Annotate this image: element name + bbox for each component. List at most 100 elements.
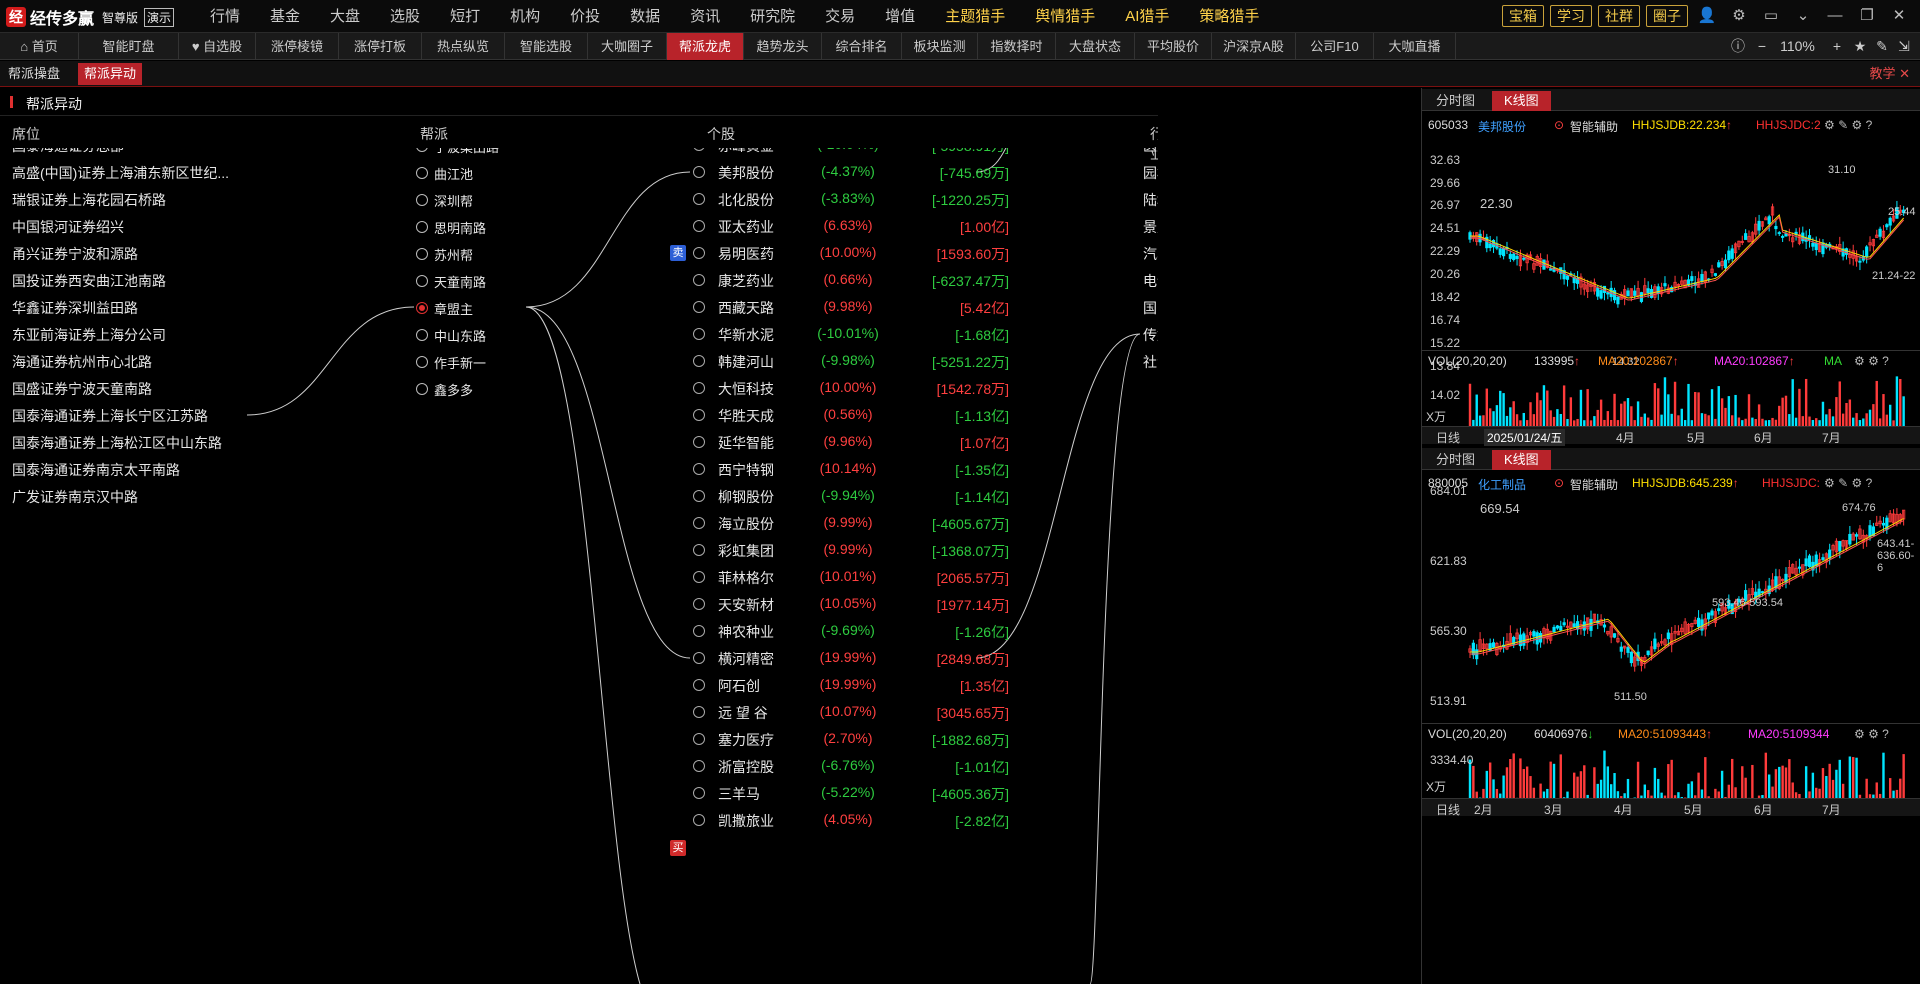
stock-radio[interactable] bbox=[693, 544, 705, 556]
menu-item-3[interactable]: 选股 bbox=[375, 0, 435, 33]
gang-radio[interactable] bbox=[416, 167, 428, 179]
stock-radio[interactable] bbox=[693, 247, 705, 259]
seat-item[interactable]: 国泰海通证券总部 bbox=[12, 148, 124, 156]
gang-item[interactable]: 曲江池 bbox=[434, 164, 473, 183]
seat-item[interactable]: 国盛证券宁波天童南路 bbox=[12, 379, 152, 399]
star-icon[interactable]: ★ bbox=[1850, 33, 1870, 60]
top-button-1[interactable]: 学习 bbox=[1550, 5, 1592, 27]
minimize-icon[interactable]: — bbox=[1822, 5, 1848, 27]
chart2-tab-intraday[interactable]: 分时图 bbox=[1424, 450, 1487, 470]
pin-icon[interactable]: ⇲ bbox=[1894, 33, 1914, 60]
gang-radio[interactable] bbox=[416, 302, 428, 314]
nav-tab-9[interactable]: 趋势龙头 bbox=[744, 33, 822, 60]
gang-item[interactable]: 章盟主 bbox=[434, 299, 473, 318]
gang-item[interactable]: 中山东路 bbox=[434, 326, 486, 345]
nav-tab-15[interactable]: 沪深京A股 bbox=[1212, 33, 1296, 60]
chart2-tab-kline[interactable]: K线图 bbox=[1492, 450, 1551, 470]
seat-item[interactable]: 国投证券西安曲江池南路 bbox=[12, 271, 166, 291]
user-icon[interactable]: 👤 bbox=[1694, 5, 1720, 27]
chart1-tab-intraday[interactable]: 分时图 bbox=[1424, 91, 1487, 111]
stock-radio[interactable] bbox=[693, 409, 705, 421]
stock-radio[interactable] bbox=[693, 625, 705, 637]
top-button-2[interactable]: 社群 bbox=[1598, 5, 1640, 27]
nav-tab-8[interactable]: 帮派龙虎 bbox=[667, 33, 744, 60]
menu-item-14[interactable]: AI猎手 bbox=[1110, 0, 1184, 33]
chart1-assist[interactable]: 智能辅助 bbox=[1570, 118, 1618, 135]
nav-tab-6[interactable]: 智能选股 bbox=[505, 33, 588, 60]
subtab-gang-alert[interactable]: 帮派异动 bbox=[78, 63, 143, 85]
menu-item-2[interactable]: 大盘 bbox=[315, 0, 375, 33]
stock-radio[interactable] bbox=[693, 166, 705, 178]
menu-item-9[interactable]: 研究院 bbox=[735, 0, 810, 33]
stock-radio[interactable] bbox=[693, 517, 705, 529]
menu-item-5[interactable]: 机构 bbox=[495, 0, 555, 33]
gang-item[interactable]: 作手新一 bbox=[434, 353, 486, 372]
stock-radio[interactable] bbox=[693, 274, 705, 286]
gang-radio[interactable] bbox=[416, 194, 428, 206]
nav-tab-16[interactable]: 公司F10 bbox=[1296, 33, 1374, 60]
stock-radio[interactable] bbox=[693, 328, 705, 340]
stock-radio[interactable] bbox=[693, 301, 705, 313]
nav-tab-3[interactable]: 涨停棱镜 bbox=[256, 33, 339, 60]
menu-item-12[interactable]: 主题猎手 bbox=[930, 0, 1020, 33]
chart2-assist[interactable]: 智能辅助 bbox=[1570, 476, 1618, 493]
nav-tab-5[interactable]: 热点纵览 bbox=[422, 33, 505, 60]
stock-radio[interactable] bbox=[693, 355, 705, 367]
seat-item[interactable]: 广发证券南京汉中路 bbox=[12, 487, 138, 507]
stock-radio[interactable] bbox=[693, 571, 705, 583]
nav-tab-13[interactable]: 大盘状态 bbox=[1056, 33, 1135, 60]
stock-radio[interactable] bbox=[693, 760, 705, 772]
gang-item[interactable]: 苏州帮 bbox=[434, 245, 473, 264]
gang-radio[interactable] bbox=[416, 275, 428, 287]
zoom-out-icon[interactable]: − bbox=[1752, 33, 1772, 60]
nav-tab-0[interactable]: ⌂ 首页 bbox=[0, 33, 79, 60]
nav-tab-2[interactable]: ♥ 自选股 bbox=[179, 33, 256, 60]
chart1-name[interactable]: 美邦股份 bbox=[1478, 118, 1526, 135]
top-button-3[interactable]: 圈子 bbox=[1646, 5, 1688, 27]
menu-item-11[interactable]: 增值 bbox=[870, 0, 930, 33]
stock-radio[interactable] bbox=[693, 463, 705, 475]
teach-link[interactable]: 教学 ✕ bbox=[1869, 63, 1910, 85]
menu-item-10[interactable]: 交易 bbox=[810, 0, 870, 33]
gang-item[interactable]: 天童南路 bbox=[434, 272, 486, 291]
nav-tab-12[interactable]: 指数择时 bbox=[978, 33, 1056, 60]
gang-radio[interactable] bbox=[416, 221, 428, 233]
stock-radio[interactable] bbox=[693, 598, 705, 610]
chart2-dropdown-icon[interactable]: ⊙ bbox=[1554, 476, 1564, 490]
gang-item[interactable]: 深圳帮 bbox=[434, 191, 473, 210]
seat-item[interactable]: 华鑫证券深圳益田路 bbox=[12, 298, 138, 318]
stock-radio[interactable] bbox=[693, 652, 705, 664]
seat-item[interactable]: 海通证券杭州市心北路 bbox=[12, 352, 152, 372]
stock-radio[interactable] bbox=[693, 787, 705, 799]
menu-item-13[interactable]: 舆情猎手 bbox=[1020, 0, 1110, 33]
gear-icon[interactable]: ⚙ bbox=[1726, 5, 1752, 27]
nav-tab-10[interactable]: 综合排名 bbox=[822, 33, 902, 60]
chart2-period[interactable]: 日线 bbox=[1436, 801, 1460, 818]
nav-tab-11[interactable]: 板块监测 bbox=[902, 33, 978, 60]
gang-radio[interactable] bbox=[416, 356, 428, 368]
gang-radio[interactable] bbox=[416, 329, 428, 341]
menu-item-15[interactable]: 策略猎手 bbox=[1184, 0, 1274, 33]
demo-badge[interactable]: 演示 bbox=[144, 7, 175, 27]
zoom-in-icon[interactable]: + bbox=[1827, 33, 1847, 60]
chart1-vol-icons[interactable]: ⚙ ⚙ ? bbox=[1854, 354, 1889, 368]
gang-item[interactable]: 鑫多多 bbox=[434, 380, 473, 399]
chart2-vol-icons[interactable]: ⚙ ⚙ ? bbox=[1854, 727, 1889, 741]
stock-radio[interactable] bbox=[693, 382, 705, 394]
subtab-gang-trading[interactable]: 帮派操盘 bbox=[2, 63, 66, 85]
edit-icon[interactable]: ✎ bbox=[1872, 33, 1892, 60]
stock-radio[interactable] bbox=[693, 436, 705, 448]
info-icon[interactable]: ⓘ bbox=[1728, 33, 1748, 60]
seat-item[interactable]: 高盛(中国)证券上海浦东新区世纪... bbox=[12, 163, 229, 183]
seat-item[interactable]: 中国银河证券绍兴 bbox=[12, 217, 124, 237]
seat-item[interactable]: 国泰海通证券上海松江区中山东路 bbox=[12, 433, 222, 453]
nav-tab-1[interactable]: 智能盯盘 bbox=[79, 33, 179, 60]
menu-item-8[interactable]: 资讯 bbox=[675, 0, 735, 33]
chart2-settings-icons[interactable]: ⚙ ✎ ⚙ ? bbox=[1824, 476, 1872, 490]
gang-radio[interactable] bbox=[416, 248, 428, 260]
close-icon[interactable]: ✕ bbox=[1899, 66, 1910, 81]
restore-icon[interactable]: ❐ bbox=[1854, 5, 1880, 27]
seat-item[interactable]: 甬兴证券宁波和源路 bbox=[12, 244, 138, 264]
gang-radio[interactable] bbox=[416, 383, 428, 395]
nav-tab-17[interactable]: 大咖直播 bbox=[1374, 33, 1456, 60]
